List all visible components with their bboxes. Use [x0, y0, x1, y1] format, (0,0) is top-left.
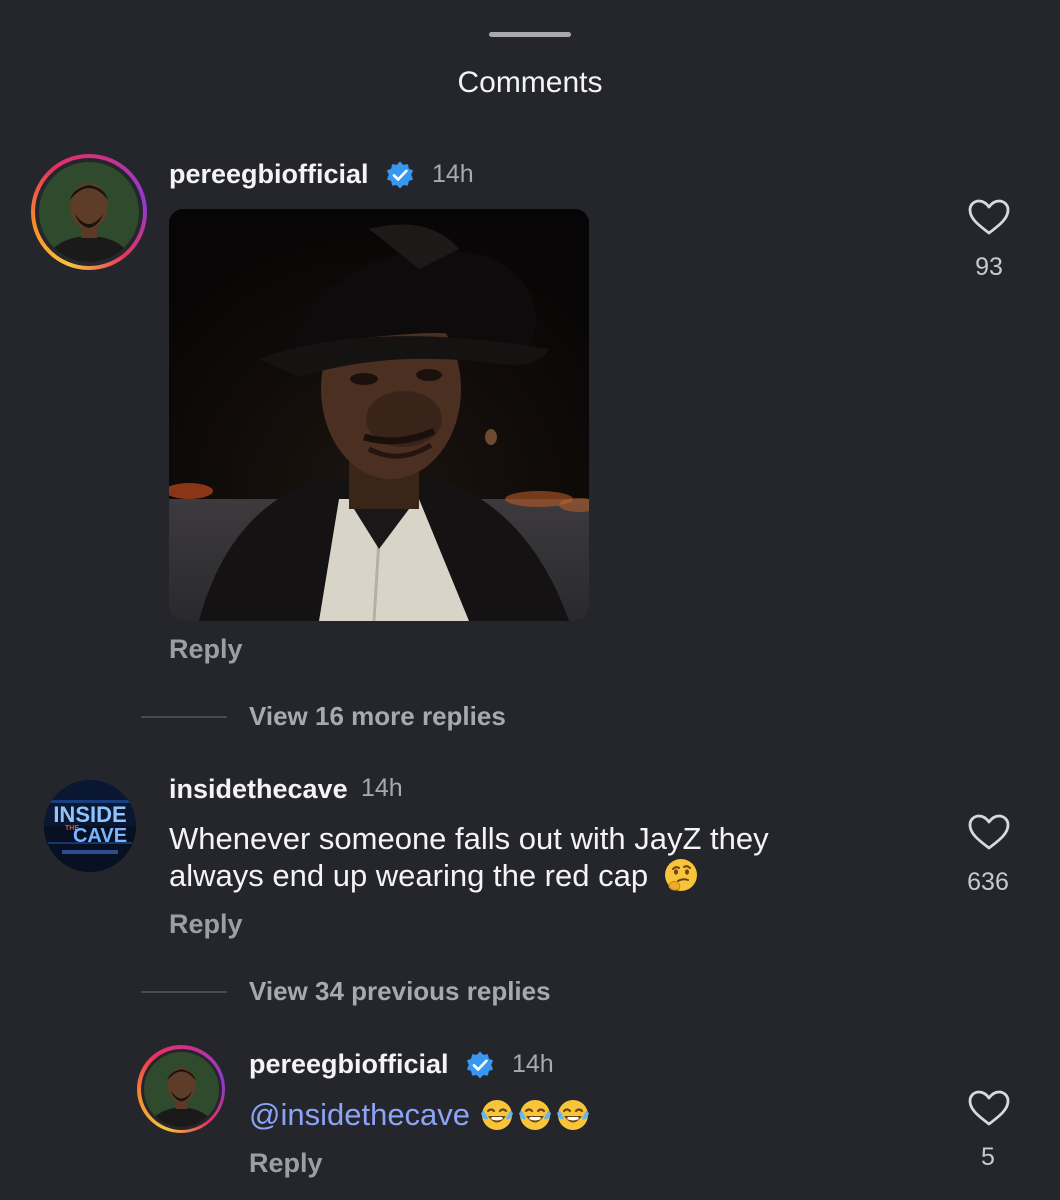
comment-username[interactable]: pereegbiofficial	[169, 159, 369, 190]
view-previous-replies-button[interactable]: View 34 previous replies	[249, 976, 551, 1007]
like-count: 636	[967, 868, 1009, 896]
heart-icon[interactable]	[967, 1088, 1011, 1128]
verified-badge-icon	[466, 1051, 494, 1079]
replies-divider	[141, 991, 227, 993]
cave-logo-line1: INSIDE	[53, 802, 126, 827]
face-with-tears-of-joy-icon	[518, 1100, 551, 1131]
heart-icon[interactable]	[967, 197, 1011, 237]
heart-icon[interactable]	[967, 812, 1011, 852]
comment-text-line: Whenever someone falls out with JayZ the…	[169, 821, 769, 856]
like-count: 5	[981, 1143, 995, 1171]
comment-text: Whenever someone falls out with JayZ the…	[169, 820, 929, 894]
replies-divider	[141, 716, 227, 718]
thinking-face-icon	[664, 858, 697, 891]
cave-logo-line3: CAVE	[73, 825, 127, 847]
reply-button[interactable]: Reply	[169, 634, 243, 665]
like-count: 93	[975, 253, 1003, 281]
reply-button[interactable]: Reply	[169, 909, 243, 940]
sheet-drag-handle[interactable]	[489, 32, 571, 37]
comment-username[interactable]: insidethecave	[169, 774, 348, 805]
reply-text: @insidethecave	[249, 1096, 591, 1133]
face-with-tears-of-joy-icon	[480, 1100, 513, 1131]
avatar[interactable]	[31, 154, 147, 270]
comment-timestamp: 14h	[432, 160, 474, 188]
verified-badge-icon	[386, 161, 414, 189]
sheet-title: Comments	[457, 66, 603, 99]
avatar[interactable]: INSIDE THE CAVE	[44, 780, 136, 872]
view-more-replies-button[interactable]: View 16 more replies	[249, 701, 506, 732]
comment-text-line: always end up wearing the red cap	[169, 858, 649, 893]
reply-username[interactable]: pereegbiofficial	[249, 1049, 449, 1080]
avatar[interactable]	[137, 1045, 225, 1133]
reply-timestamp: 14h	[512, 1050, 554, 1078]
comment-timestamp: 14h	[361, 774, 403, 802]
comment-gif-image[interactable]	[169, 209, 589, 621]
reply-button[interactable]: Reply	[249, 1148, 323, 1179]
comments-sheet: Comments pereegbiofficial 14h 93 Reply V…	[0, 0, 1060, 1200]
mention-link[interactable]: @insidethecave	[249, 1097, 470, 1132]
face-with-tears-of-joy-icon	[556, 1100, 589, 1131]
laughing-emoji-group	[479, 1094, 591, 1133]
